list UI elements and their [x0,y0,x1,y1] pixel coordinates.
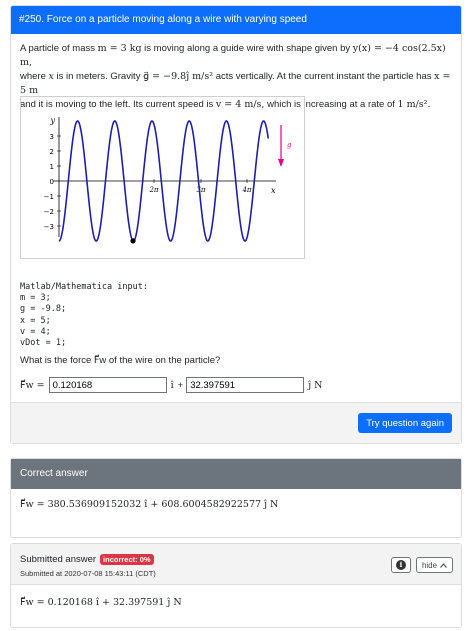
x-tick-label: 3π [196,186,205,194]
text-segment: is in meters. Gravity [53,71,144,82]
x-tick-label: 2π [148,186,158,194]
text-segment: where [20,71,49,82]
chevron-up-icon [440,562,447,568]
submitted-title: Submitted answer incorrect: 0% [20,554,154,565]
info-icon: i [396,560,406,570]
correct-answer-card: Correct answer F⃗w = 380.536909152032 î … [10,458,462,538]
plus-sign: + [177,379,184,391]
correct-answer-expression: F⃗w = 380.536909152032 î + 608.600458292… [20,499,279,510]
y-tick-label: −3 [44,223,54,231]
gravity-arrowhead [278,159,284,167]
answer-row: F⃗w = î + ĵ N [20,376,322,394]
y-tick-label: 1 [50,163,54,171]
question-title: #250. Force on a particle moving along a… [11,6,461,34]
hide-button[interactable]: hide [416,557,453,573]
acceleration-equation: 1 m/s². [397,99,431,110]
text-segment: acts vertically. At the current instant … [213,71,435,82]
j-unit: ĵ N [308,379,323,391]
gravity-label: g [287,141,292,149]
x-axis-label: x [271,186,276,195]
y-axis-label: y [49,116,55,125]
i-component-input[interactable] [48,377,167,393]
gravity-equation: g⃗ = −9.8ĵ m/s² [143,71,214,82]
y-tick-label: −1 [44,193,54,201]
submitted-answer-card: Submitted answer incorrect: 0% Submitted … [10,543,462,628]
try-again-button[interactable]: Try question again [358,413,452,433]
question-prompt: What is the force F⃗w of the wire on the… [20,355,221,366]
y-tick-label: −2 [44,208,54,216]
info-button[interactable]: i [391,557,411,573]
submission-timestamp: Submitted at 2020-07-08 15:43:11 (CDT) [20,569,156,578]
code-block: Matlab/Mathematica input: m = 3; g = -9.… [20,282,148,349]
mass-equation: m = 3 kg [97,43,142,54]
j-component-input[interactable] [186,377,305,393]
particle-marker [130,238,136,244]
correct-answer-header: Correct answer [11,459,461,489]
hide-label: hide [421,560,438,570]
status-badge: incorrect: 0% [100,554,154,565]
i-unit: î [170,379,174,391]
y-tick-label: 3 [50,133,54,141]
answer-label: F⃗w = [20,379,45,391]
question-card: #250. Force on a particle moving along a… [10,5,462,444]
y-tick-label: 0 [50,178,54,186]
text-segment: A particle of mass [20,43,98,54]
submitted-answer-header: Submitted answer incorrect: 0% Submitted … [11,544,461,585]
x-tick-label: 4π [241,186,251,194]
submitted-answer-label: Submitted answer [20,554,97,565]
y-tick-label: 2 [50,148,54,156]
submitted-answer-expression: F⃗w = 0.120168 î + 32.397591 ĵ N [20,597,182,608]
wire-shape-plot: y x 3 2 1 0 −1 −2 −3 2π 3π 4π g [20,96,305,259]
question-footer: Try question again [11,402,461,443]
text-segment: is moving along a guide wire with shape … [141,43,353,54]
plot-svg: y x 3 2 1 0 −1 −2 −3 2π 3π 4π g [44,116,292,244]
